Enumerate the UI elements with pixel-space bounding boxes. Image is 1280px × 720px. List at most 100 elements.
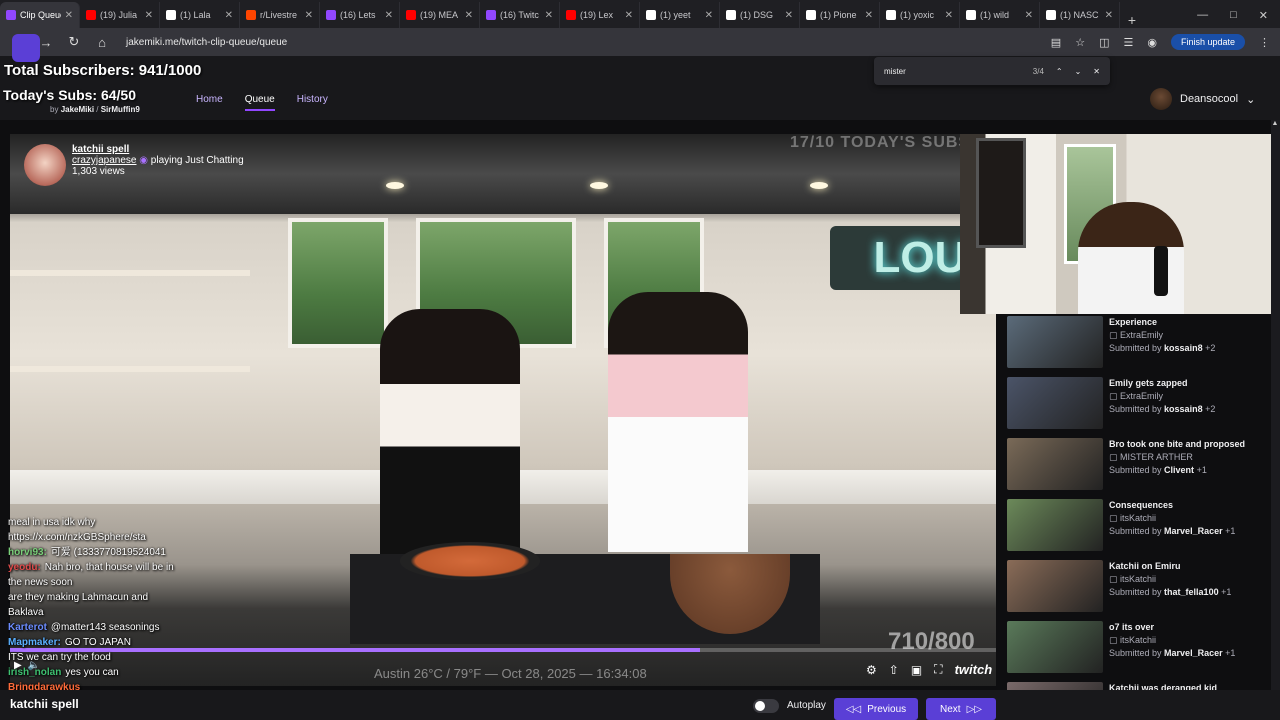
- close-window-icon[interactable]: ✕: [1259, 9, 1268, 22]
- browser-tab[interactable]: (16) Lets ✕: [320, 2, 400, 28]
- app-logo[interactable]: [12, 34, 40, 62]
- browser-tab[interactable]: (1) Lala ✕: [160, 2, 240, 28]
- tab-close-icon[interactable]: ✕: [1025, 10, 1033, 21]
- reader-icon[interactable]: ▤: [1051, 36, 1061, 49]
- clip-thumbnail[interactable]: [1007, 377, 1103, 429]
- tab-close-icon[interactable]: ✕: [305, 10, 313, 21]
- minimize-icon[interactable]: —: [1197, 9, 1208, 21]
- url-field[interactable]: jakemiki.me/twitch-clip-queue/queue: [126, 37, 287, 48]
- tab-title: (19) MEA: [420, 10, 459, 20]
- browser-tab[interactable]: (1) Pione ✕: [800, 2, 880, 28]
- twitch-logo[interactable]: twitch: [955, 662, 993, 677]
- settings-gear-icon[interactable]: ⚙: [866, 663, 877, 677]
- microphone: [1154, 246, 1168, 296]
- profile-icon[interactable]: ◉: [1147, 36, 1157, 49]
- favorites-icon[interactable]: ☰: [1123, 36, 1133, 49]
- split-screen-icon[interactable]: ◫: [1099, 36, 1109, 49]
- queue-item-submitter: Submitted by kossain8 +2: [1109, 342, 1215, 355]
- maximize-icon[interactable]: □: [1230, 9, 1237, 21]
- browser-tab[interactable]: (1) wild ✕: [960, 2, 1040, 28]
- chat-username[interactable]: horvi93:: [8, 545, 47, 560]
- clip-thumbnail[interactable]: [1007, 438, 1103, 490]
- tab-close-icon[interactable]: ✕: [945, 10, 953, 21]
- clip-title[interactable]: katchii spell: [72, 144, 244, 155]
- queue-item[interactable]: Emily gets zapped ▢ ExtraEmily Submitted b…: [1003, 375, 1271, 436]
- find-prev-icon[interactable]: ⌃: [1056, 67, 1063, 76]
- game-link[interactable]: Just Chatting: [185, 155, 243, 166]
- queue-item[interactable]: Katchii on Emiru ▢ itsKatchii Submitted by…: [1003, 558, 1271, 619]
- browser-tab[interactable]: (16) Twitc ✕: [480, 2, 560, 28]
- total-subs-overlay: Total Subscribers: 941/1000: [4, 62, 202, 79]
- chat-message: https://x.com/nzkGBSphere/sta: [8, 530, 308, 545]
- tab-close-icon[interactable]: ✕: [65, 10, 73, 21]
- queue-item[interactable]: Bro took one bite and proposed ▢ MISTER A…: [1003, 436, 1271, 497]
- share-icon[interactable]: ⇧: [889, 663, 899, 677]
- new-tab-button[interactable]: +: [1120, 12, 1144, 28]
- browser-tab[interactable]: (19) MEA ✕: [400, 2, 480, 28]
- chat-username[interactable]: Karterot: [8, 620, 47, 635]
- clip-thumbnail[interactable]: [1007, 560, 1103, 612]
- reload-icon[interactable]: ↻: [66, 34, 82, 50]
- tab-close-icon[interactable]: ✕: [705, 10, 713, 21]
- browser-tab[interactable]: (1) DSG ✕: [720, 2, 800, 28]
- tab-close-icon[interactable]: ✕: [785, 10, 793, 21]
- forward-icon[interactable]: →: [38, 35, 54, 50]
- user-menu[interactable]: Deansocool ⌄: [1150, 88, 1255, 110]
- home-icon[interactable]: ⌂: [94, 35, 110, 50]
- tab-favicon-icon: [566, 10, 576, 20]
- queue-item[interactable]: o7 its over ▢ itsKatchii Submitted by Marv…: [1003, 619, 1271, 680]
- chat-username[interactable]: Mapmaker:: [8, 635, 61, 650]
- clip-thumbnail[interactable]: [1007, 499, 1103, 551]
- queue-item[interactable]: Consequences ▢ itsKatchii Submitted by Mar…: [1003, 497, 1271, 558]
- find-input[interactable]: mister: [884, 67, 1021, 76]
- browser-tab[interactable]: (1) yoxic ✕: [880, 2, 960, 28]
- scroll-up-icon[interactable]: ▲: [1270, 120, 1280, 132]
- browser-tab[interactable]: Clip Queue ✕: [0, 2, 80, 28]
- favorite-star-icon[interactable]: ☆: [1075, 36, 1085, 49]
- previous-button[interactable]: ◁◁ Previous: [834, 698, 918, 720]
- hood-light: [590, 182, 608, 189]
- tab-close-icon[interactable]: ✕: [545, 10, 553, 21]
- find-next-icon[interactable]: ⌄: [1075, 67, 1082, 76]
- autoplay-toggle[interactable]: [753, 699, 779, 713]
- nav-queue[interactable]: Queue: [244, 94, 275, 111]
- queue-item[interactable]: Experience ▢ ExtraEmily Submitted by kossa…: [1003, 314, 1271, 375]
- queue-scrollbar[interactable]: [1271, 120, 1280, 706]
- channel-link[interactable]: crazyjapanese: [72, 155, 136, 166]
- tab-close-icon[interactable]: ✕: [225, 10, 233, 21]
- volume-icon[interactable]: 🔈: [28, 660, 40, 671]
- fullscreen-icon[interactable]: ⛶: [934, 662, 942, 677]
- tab-close-icon[interactable]: ✕: [465, 10, 473, 21]
- tab-title: (16) Twitc: [500, 10, 539, 20]
- clip-thumbnail[interactable]: [1007, 621, 1103, 673]
- queue-item-submitter: Submitted by Marvel_Racer +1: [1109, 647, 1235, 660]
- browser-tab[interactable]: r/Livestre ✕: [240, 2, 320, 28]
- author-link[interactable]: JakeMiki: [61, 105, 94, 114]
- tab-close-icon[interactable]: ✕: [385, 10, 393, 21]
- tab-close-icon[interactable]: ✕: [865, 10, 873, 21]
- hood-light: [386, 182, 404, 189]
- play-icon[interactable]: ▶: [14, 660, 22, 671]
- next-button[interactable]: Next ▷▷: [926, 698, 996, 720]
- tab-close-icon[interactable]: ✕: [145, 10, 153, 21]
- queue-item-channel: ▢ itsKatchii: [1109, 573, 1231, 586]
- tab-title: (1) wild: [980, 10, 1010, 20]
- shelf: [10, 366, 250, 372]
- tab-close-icon[interactable]: ✕: [1105, 10, 1113, 21]
- browser-tab[interactable]: (19) Lex ✕: [560, 2, 640, 28]
- close-icon[interactable]: ✕: [1093, 67, 1100, 76]
- browser-tab[interactable]: (19) Julia ✕: [80, 2, 160, 28]
- nav-history[interactable]: History: [297, 94, 328, 111]
- browser-tab[interactable]: (1) NASC ✕: [1040, 2, 1120, 28]
- nav-home[interactable]: Home: [196, 94, 223, 111]
- finish-update-button[interactable]: Finish update: [1170, 34, 1245, 50]
- chat-username[interactable]: yeodu:: [8, 560, 41, 575]
- more-menu-icon[interactable]: ⋮: [1259, 36, 1270, 49]
- author-link[interactable]: SirMuffin9: [101, 105, 140, 114]
- channel-avatar[interactable]: [24, 144, 66, 186]
- tab-close-icon[interactable]: ✕: [625, 10, 633, 21]
- person-left: [380, 309, 520, 559]
- clip-thumbnail[interactable]: [1007, 316, 1103, 368]
- browser-tab[interactable]: (1) yeet ✕: [640, 2, 720, 28]
- mini-player-icon[interactable]: ▣: [911, 663, 922, 677]
